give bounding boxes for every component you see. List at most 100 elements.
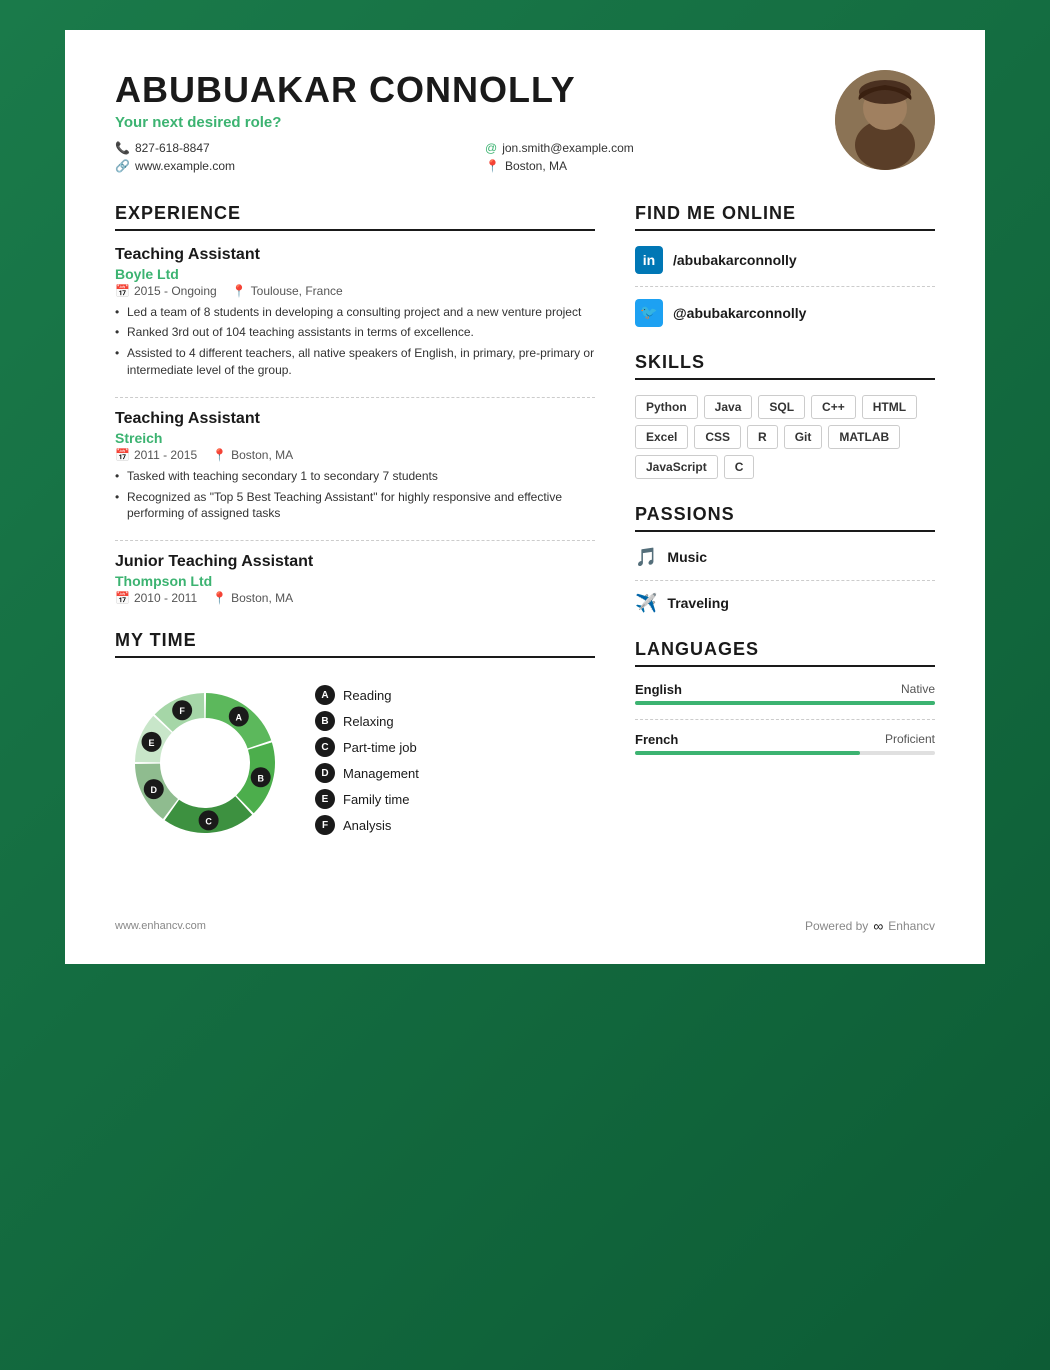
legend-item: C Part-time job xyxy=(315,737,595,757)
bullet-item: Recognized as "Top 5 Best Teaching Assis… xyxy=(115,489,595,523)
languages-title: LANGUAGES xyxy=(635,639,935,667)
job-2-meta: 📅 2011 - 2015 📍 Boston, MA xyxy=(115,448,595,462)
job-2-period: 📅 2011 - 2015 xyxy=(115,448,197,462)
lang-level: Native xyxy=(901,682,935,697)
lang-bar xyxy=(635,751,935,755)
job-3-meta: 📅 2010 - 2011 📍 Boston, MA xyxy=(115,591,595,605)
website-url: www.example.com xyxy=(135,159,235,173)
main-content: EXPERIENCE Teaching Assistant Boyle Ltd … xyxy=(115,203,935,879)
divider xyxy=(635,286,935,287)
svg-text:C: C xyxy=(205,817,212,827)
skill-badge: R xyxy=(747,425,778,449)
linkedin-icon: in xyxy=(635,246,663,274)
legend-item: E Family time xyxy=(315,789,595,809)
left-column: EXPERIENCE Teaching Assistant Boyle Ltd … xyxy=(115,203,595,879)
twitter-handle: @abubakarconnolly xyxy=(673,305,806,321)
legend-item: B Relaxing xyxy=(315,711,595,731)
skill-badge: C++ xyxy=(811,395,856,419)
legend-label: Analysis xyxy=(343,818,391,833)
footer-website: www.enhancv.com xyxy=(115,920,206,932)
job-1: Teaching Assistant Boyle Ltd 📅 2015 - On… xyxy=(115,246,595,379)
passion-music-label: Music xyxy=(667,549,707,565)
languages-section: LANGUAGES English Native French Proficie… xyxy=(635,639,935,755)
divider xyxy=(635,719,935,720)
twitter-item: 🐦 @abubakarconnolly xyxy=(635,299,935,327)
job-2-location: 📍 Boston, MA xyxy=(212,448,293,462)
legend-label: Management xyxy=(343,766,419,781)
legend-letter: C xyxy=(315,737,335,757)
job-1-period: 📅 2015 - Ongoing xyxy=(115,284,217,298)
lang-level: Proficient xyxy=(885,732,935,747)
job-1-meta: 📅 2015 - Ongoing 📍 Toulouse, France xyxy=(115,284,595,298)
phone-contact: 📞 827-618-8847 xyxy=(115,141,465,155)
bullet-item: Led a team of 8 students in developing a… xyxy=(115,304,595,321)
pin-icon: 📍 xyxy=(212,448,227,462)
find-me-title: FIND ME ONLINE xyxy=(635,203,935,231)
skill-badge: HTML xyxy=(862,395,917,419)
linkedin-item: in /abubakarconnolly xyxy=(635,246,935,274)
legend-letter: A xyxy=(315,685,335,705)
find-me-section: FIND ME ONLINE in /abubakarconnolly 🐦 @a… xyxy=(635,203,935,327)
skill-badge: C xyxy=(724,455,755,479)
experience-section: EXPERIENCE Teaching Assistant Boyle Ltd … xyxy=(115,203,595,606)
my-time-content: ABCDEF A Reading B Relaxing C Part-time … xyxy=(115,673,595,853)
pin-icon: 📍 xyxy=(212,591,227,605)
experience-title: EXPERIENCE xyxy=(115,203,595,231)
legend-label: Family time xyxy=(343,792,409,807)
svg-text:B: B xyxy=(257,773,264,783)
location-icon: 📍 xyxy=(485,159,500,173)
svg-text:A: A xyxy=(236,713,243,723)
enhancv-logo: ∞ xyxy=(873,918,883,934)
calendar-icon: 📅 xyxy=(115,591,130,605)
skill-badge: Excel xyxy=(635,425,688,449)
skill-badge: SQL xyxy=(758,395,805,419)
skills-section: SKILLS PythonJavaSQLC++HTMLExcelCSSRGitM… xyxy=(635,352,935,479)
candidate-name: ABUBUAKAR CONNOLLY xyxy=(115,70,835,110)
location-contact: 📍 Boston, MA xyxy=(485,159,835,173)
legend-label: Relaxing xyxy=(343,714,394,729)
my-time-section: MY TIME ABCDEF A Reading B Relaxing C Pa… xyxy=(115,630,595,853)
music-icon: 🎵 xyxy=(635,547,657,568)
passion-music: 🎵 Music xyxy=(635,547,935,568)
job-2-bullets: Tasked with teaching secondary 1 to seco… xyxy=(115,468,595,522)
job-1-title: Teaching Assistant xyxy=(115,246,595,264)
linkedin-handle: /abubakarconnolly xyxy=(673,252,797,268)
job-3-location: 📍 Boston, MA xyxy=(212,591,293,605)
brand-name: Enhancv xyxy=(888,919,935,933)
travel-icon: ✈️ xyxy=(635,593,657,614)
link-icon: 🔗 xyxy=(115,159,130,173)
phone-icon: 📞 xyxy=(115,141,130,155)
legend-letter: B xyxy=(315,711,335,731)
divider xyxy=(635,580,935,581)
lang-fill xyxy=(635,751,860,755)
right-column: FIND ME ONLINE in /abubakarconnolly 🐦 @a… xyxy=(635,203,935,879)
email-icon: @ xyxy=(485,141,497,155)
time-legend: A Reading B Relaxing C Part-time job D M… xyxy=(315,685,595,841)
pin-icon: 📍 xyxy=(232,284,247,298)
header-left: ABUBUAKAR CONNOLLY Your next desired rol… xyxy=(115,70,835,173)
job-3: Junior Teaching Assistant Thompson Ltd 📅… xyxy=(115,553,595,605)
language-item: English Native xyxy=(635,682,935,705)
passions-section: PASSIONS 🎵 Music ✈️ Traveling xyxy=(635,504,935,614)
bullet-item: Ranked 3rd out of 104 teaching assistant… xyxy=(115,324,595,341)
phone-number: 827-618-8847 xyxy=(135,141,210,155)
footer: www.enhancv.com Powered by ∞ Enhancv xyxy=(115,908,935,934)
bullet-item: Assisted to 4 different teachers, all na… xyxy=(115,345,595,379)
email-contact: @ jon.smith@example.com xyxy=(485,141,835,155)
skill-badge: MATLAB xyxy=(828,425,900,449)
lang-fill xyxy=(635,701,935,705)
lang-bar xyxy=(635,701,935,705)
powered-by-text: Powered by xyxy=(805,919,868,933)
language-item: French Proficient xyxy=(635,732,935,755)
job-2: Teaching Assistant Streich 📅 2011 - 2015… xyxy=(115,410,595,522)
legend-label: Part-time job xyxy=(343,740,417,755)
skill-badge: Git xyxy=(784,425,823,449)
website-contact: 🔗 www.example.com xyxy=(115,159,465,173)
resume-page: ABUBUAKAR CONNOLLY Your next desired rol… xyxy=(65,30,985,964)
contact-info: 📞 827-618-8847 @ jon.smith@example.com 🔗… xyxy=(115,141,835,173)
skill-badge: JavaScript xyxy=(635,455,718,479)
passion-travel: ✈️ Traveling xyxy=(635,593,935,614)
job-2-company: Streich xyxy=(115,430,595,446)
donut-chart: ABCDEF xyxy=(115,673,295,853)
job-3-title: Junior Teaching Assistant xyxy=(115,553,595,571)
